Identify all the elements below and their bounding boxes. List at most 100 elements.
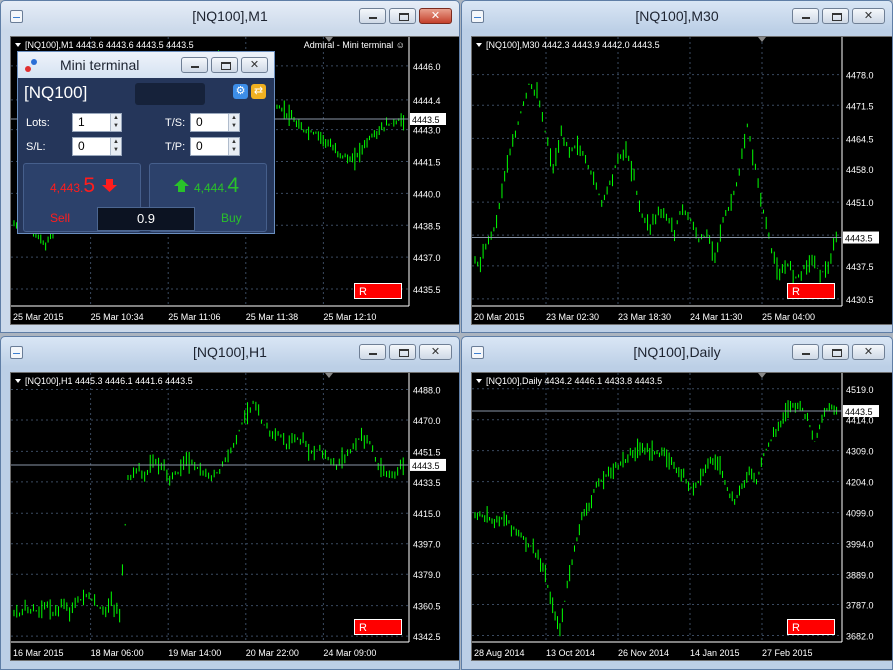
swap-icon[interactable]: ⇄ [251, 84, 266, 99]
sell-price-main: 4,443. [50, 181, 84, 195]
price-tick-label: 4204.0 [846, 478, 874, 488]
minimize-button[interactable] [792, 8, 819, 24]
current-price-label: 4443.5 [845, 234, 873, 244]
price-tick-label: 4379.0 [413, 570, 441, 580]
minimize-button[interactable] [181, 57, 208, 73]
current-price-label: 4443.5 [412, 115, 440, 125]
lots-stepper[interactable]: 1 ▲ ▼ [72, 113, 122, 132]
time-tick-label: 20 Mar 2015 [474, 312, 525, 322]
price-tick-label: 4397.0 [413, 540, 441, 550]
r-button[interactable]: R [354, 619, 402, 635]
time-tick-label: 25 Mar 11:06 [168, 312, 220, 322]
time-tick-label: 27 Feb 2015 [762, 648, 813, 658]
minimize-button[interactable] [359, 8, 386, 24]
chart-menu-triangle-icon [15, 379, 21, 383]
stepper-arrows[interactable]: ▲ ▼ [228, 114, 239, 131]
minimize-button[interactable] [792, 344, 819, 360]
sl-label: S/L: [26, 141, 46, 153]
time-tick-label: 20 Mar 22:00 [246, 648, 299, 658]
admiral-logo-icon [25, 59, 37, 72]
price-tick-label: 3889.0 [846, 570, 874, 580]
chart-area[interactable]: 4488.0 4470.0 4451.5 4433.5 4415.0 4397.0 4379… [10, 372, 459, 661]
time-tick-label: 24 Mar 09:00 [323, 648, 376, 658]
chart-menu-triangle-icon [476, 379, 482, 383]
time-tick-label: 25 Mar 12:10 [323, 312, 376, 322]
chart-shift-marker [758, 373, 766, 378]
r-button[interactable]: R [354, 283, 402, 299]
close-button[interactable] [419, 8, 452, 24]
stepper-arrows[interactable]: ▲ ▼ [228, 138, 239, 155]
price-tick-label: 4342.5 [413, 632, 441, 642]
sl-stepper[interactable]: 0 ▲ ▼ [72, 137, 122, 156]
lot-size-display[interactable]: 0.9 [97, 207, 195, 231]
maximize-button[interactable] [822, 344, 849, 360]
price-tick-label: 4437.0 [413, 253, 441, 263]
ts-stepper[interactable]: 0 ▲ ▼ [190, 113, 240, 132]
sl-value: 0 [78, 139, 85, 153]
chart-area[interactable]: 4519.0 4414.0 4309.0 4204.0 4099.0 3994.0 3889… [471, 372, 892, 661]
time-tick-label: 26 Nov 2014 [618, 648, 669, 658]
stepper-arrows[interactable]: ▲ ▼ [110, 138, 121, 155]
time-tick-label: 25 Mar 2015 [13, 312, 64, 322]
time-tick-label: 23 Mar 18:30 [618, 312, 671, 322]
minimize-button[interactable] [359, 344, 386, 360]
price-tick-label: 4519.0 [846, 385, 874, 395]
price-tick-label: 4435.5 [413, 285, 441, 295]
buy-arrow-up-icon [174, 179, 189, 192]
chart-header: [NQ100],H1 4445.3 4446.1 4441.6 4443.5 [25, 376, 193, 386]
price-tick-label: 4488.0 [413, 386, 441, 396]
close-button[interactable] [241, 57, 268, 73]
time-tick-label: 14 Jan 2015 [690, 648, 740, 658]
price-tick-label: 4438.5 [413, 221, 441, 231]
symbol-info-box [135, 83, 205, 105]
chart-header: [NQ100],Daily 4434.2 4446.1 4433.8 4443.… [486, 376, 662, 386]
maximize-button[interactable] [389, 8, 416, 24]
maximize-button[interactable] [822, 8, 849, 24]
time-tick-label: 25 Mar 10:34 [91, 312, 144, 322]
tp-value: 0 [196, 139, 203, 153]
price-tick-label: 4099.0 [846, 509, 874, 519]
price-tick-label: 4458.0 [846, 165, 874, 175]
price-tick-label: 4441.5 [413, 158, 441, 168]
close-button[interactable] [419, 344, 452, 360]
chart-window-m30[interactable]: [NQ100],M30 4478.0 4471.5 4464.5 4458.0 4451… [461, 0, 893, 333]
time-tick-label: 23 Mar 02:30 [546, 312, 599, 322]
chart-header: [NQ100],M1 4443.6 4443.6 4443.5 4443.5 [25, 40, 194, 50]
window-title-bar[interactable]: [NQ100],M30 [462, 1, 892, 31]
mini-terminal-title-bar[interactable]: Mini terminal [18, 52, 274, 78]
stepper-arrows[interactable]: ▲ ▼ [110, 114, 121, 131]
price-tick-label: 4446.0 [413, 62, 441, 72]
close-button[interactable] [852, 8, 885, 24]
time-tick-label: 13 Oct 2014 [546, 648, 595, 658]
ts-value: 0 [196, 115, 203, 129]
close-button[interactable] [852, 344, 885, 360]
sell-price-pip: 5 [83, 174, 96, 197]
r-button[interactable]: R [787, 283, 835, 299]
lots-value: 1 [78, 115, 85, 129]
window-title-bar[interactable]: [NQ100],Daily [462, 337, 892, 367]
sell-label: Sell [50, 211, 71, 225]
maximize-button[interactable] [389, 344, 416, 360]
tp-stepper[interactable]: 0 ▲ ▼ [190, 137, 240, 156]
chart-area[interactable]: 4478.04471.54464.54458.04451.04444.04437… [471, 36, 892, 325]
price-tick-label: 4443.0 [413, 126, 441, 136]
price-tick-label: 4440.0 [413, 189, 441, 199]
window-title-bar[interactable]: [NQ100],H1 [1, 337, 459, 367]
r-button[interactable]: R [787, 619, 835, 635]
price-tick-label: 3994.0 [846, 540, 874, 550]
buy-label: Buy [221, 211, 242, 225]
maximize-button[interactable] [211, 57, 238, 73]
buy-price-main: 4,444. [194, 181, 228, 195]
settings-gear-icon[interactable]: ⚙ [233, 84, 248, 99]
lots-label: Lots: [26, 117, 50, 129]
chart-header: [NQ100],M30 4442.3 4443.9 4442.0 4443.5 [486, 40, 660, 50]
time-tick-label: 16 Mar 2015 [13, 648, 64, 658]
mini-terminal-panel[interactable]: Mini terminal [NQ100] ⚙ ⇄ Lots: 1 ▲▼ T/S:… [17, 51, 275, 234]
time-tick-label: 24 Mar 11:30 [690, 312, 742, 322]
chart-window-h1[interactable]: [NQ100],H1 4488.0 4470.0 4451.5 4433.5 4415.… [0, 336, 460, 670]
chart-window-daily[interactable]: [NQ100],Daily 4519.0 4414.0 4309.0 4204.0 40… [461, 336, 893, 670]
chart-menu-triangle-icon [15, 43, 21, 47]
window-title-bar[interactable]: [NQ100],M1 [1, 1, 459, 31]
tp-label: T/P: [165, 141, 186, 153]
current-price-label: 4443.5 [845, 407, 873, 417]
